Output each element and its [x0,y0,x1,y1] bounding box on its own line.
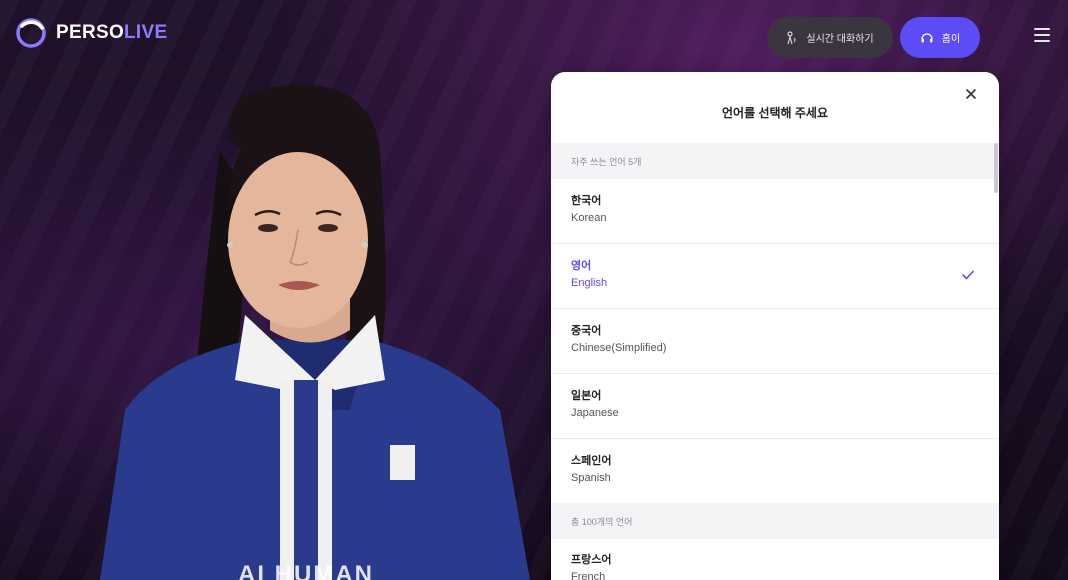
hamburger-menu-icon[interactable] [1032,28,1052,46]
close-icon[interactable] [963,86,979,102]
language-modal: 언어를 선택해 주세요 자주 쓰는 언어 5개 한국어 Korean 영어 En… [551,72,999,580]
language-english: Chinese(Simplified) [571,342,667,354]
language-native: 일본어 [571,390,602,402]
language-english: French [571,571,606,580]
language-item-french[interactable]: 프랑스어 French [551,538,999,580]
all-languages-header: 총 100개의 언어 [551,503,999,539]
language-native: 영어 [571,260,592,272]
language-english: Korean [571,212,607,224]
language-native: 스페인어 [571,455,612,467]
talk-icon [787,30,796,44]
language-item-chinese[interactable]: 중국어 Chinese(Simplified) [551,309,999,374]
header: PERSOLIVE 실시간 대화하기 홈이 [0,0,1068,74]
headset-icon [921,32,933,42]
home-button[interactable]: 홈이 [900,17,980,58]
language-item-spanish[interactable]: 스페인어 Spanish [551,439,999,504]
avatar-caption: AI HUMAN [238,561,374,580]
language-native: 한국어 [571,195,602,207]
check-icon [962,270,974,280]
language-english: Japanese [571,407,619,419]
modal-title: 언어를 선택해 주세요 [721,106,829,120]
ai-human-avatar [100,84,530,580]
modal-scrollbar[interactable] [994,143,998,193]
perso-logo-icon [16,18,46,48]
language-item-japanese[interactable]: 일본어 Japanese [551,374,999,439]
language-item-korean[interactable]: 한국어 Korean [551,179,999,244]
logo-text: PERSOLIVE [56,22,168,43]
frequent-languages-header: 자주 쓰는 언어 5개 [551,143,999,179]
language-native: 프랑스어 [571,554,612,566]
language-english: English [571,277,608,289]
language-list: 한국어 Korean 영어 English 중국어 Chinese(Simpli… [551,179,999,504]
home-label: 홈이 [941,34,961,45]
live-chat-button[interactable]: 실시간 대화하기 [767,17,893,58]
language-english: Spanish [571,472,611,484]
language-item-english[interactable]: 영어 English [551,244,999,309]
language-native: 중국어 [571,325,602,337]
logo[interactable]: PERSOLIVE [14,16,167,50]
live-chat-label: 실시간 대화하기 [806,34,874,45]
